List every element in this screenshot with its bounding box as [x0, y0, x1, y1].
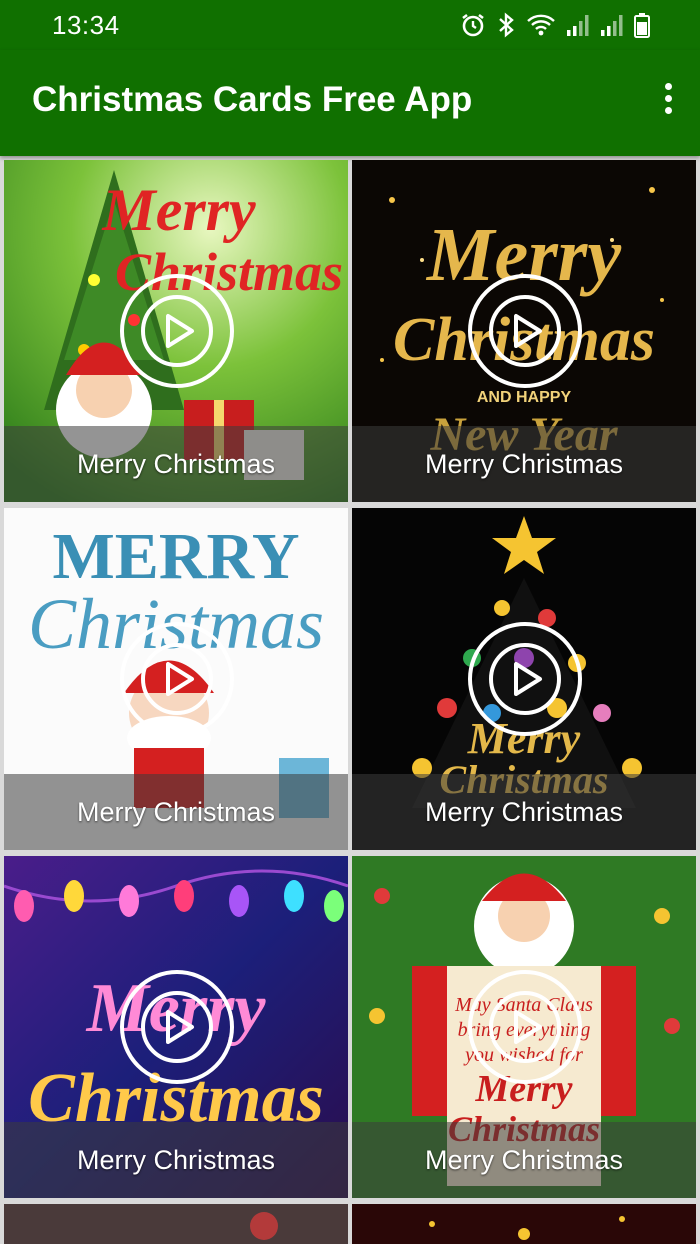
- card-grid: Merry Christmas Merry Christmas Merry Ch…: [0, 156, 700, 1244]
- svg-text:AND HAPPY: AND HAPPY: [477, 389, 572, 406]
- card-item[interactable]: Merry Christmas Merry Christmas: [4, 856, 348, 1198]
- alarm-icon: [460, 12, 486, 38]
- card-item[interactable]: MERRY Christmas Merry Christmas: [4, 508, 348, 850]
- card-item[interactable]: Merry Christmas AND HAPPY New Year Merry…: [352, 160, 696, 502]
- play-icon[interactable]: [118, 968, 236, 1086]
- card-item[interactable]: May Santa Claus bring everything you wis…: [352, 856, 696, 1198]
- status-bar: 13:34: [0, 0, 700, 50]
- status-icons: [460, 10, 650, 40]
- card-label: Merry Christmas: [76, 449, 275, 479]
- play-icon[interactable]: [118, 272, 236, 390]
- wifi-icon: [526, 12, 556, 38]
- card-label: Merry Christmas: [76, 1145, 275, 1175]
- card-label: Merry Christmas: [424, 449, 623, 479]
- card-label: Merry Christmas: [424, 1145, 623, 1175]
- app-bar: Christmas Cards Free App: [0, 50, 700, 156]
- card-label: Merry Christmas: [76, 797, 275, 827]
- card-image: [352, 1204, 696, 1244]
- signal-icon: [566, 12, 590, 38]
- card-item[interactable]: [352, 1204, 696, 1244]
- status-time: 13:34: [52, 10, 120, 40]
- card-label: Merry Christmas: [424, 797, 623, 827]
- battery-icon: [634, 12, 650, 38]
- more-vert-icon[interactable]: [660, 83, 676, 119]
- play-icon[interactable]: [466, 620, 584, 738]
- play-icon[interactable]: [118, 620, 236, 738]
- card-image: [4, 1204, 348, 1244]
- svg-text:Merry: Merry: [101, 177, 256, 243]
- card-item[interactable]: Merry Christmas Merry Christmas: [4, 160, 348, 502]
- card-item[interactable]: [4, 1204, 348, 1244]
- play-icon[interactable]: [466, 968, 584, 1086]
- signal-icon: [600, 12, 624, 38]
- app-title: Christmas Cards Free App: [32, 80, 473, 119]
- card-item[interactable]: Merry Christmas Merry Christmas: [352, 508, 696, 850]
- svg-text:MERRY: MERRY: [53, 520, 300, 593]
- bluetooth-icon: [496, 12, 516, 38]
- play-icon[interactable]: [466, 272, 584, 390]
